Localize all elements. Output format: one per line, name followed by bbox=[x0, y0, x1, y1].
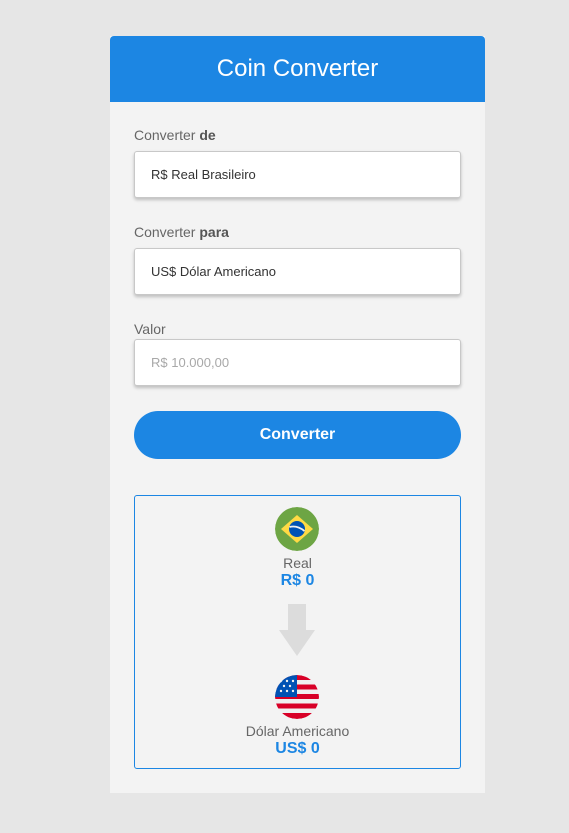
from-label: Converter de bbox=[134, 127, 216, 143]
source-currency-name: Real bbox=[283, 555, 312, 571]
converter-card: Coin Converter Converter de R$ Real Bras… bbox=[110, 36, 485, 793]
target-currency-value: US$ 0 bbox=[275, 740, 320, 757]
to-label-prefix: Converter bbox=[134, 224, 196, 240]
arrow-down-icon bbox=[279, 604, 315, 656]
to-label: Converter para bbox=[134, 224, 229, 240]
to-currency-select[interactable]: US$ Dólar Americano bbox=[134, 248, 461, 295]
to-label-bold: para bbox=[199, 224, 229, 240]
amount-label: Valor bbox=[134, 321, 166, 337]
result-panel: Real R$ 0 Dólar Americano US$ 0 bbox=[134, 495, 461, 769]
from-currency-select[interactable]: R$ Real Brasileiro bbox=[134, 151, 461, 198]
brazil-flag-icon bbox=[275, 507, 319, 551]
convert-button[interactable]: Converter bbox=[134, 411, 461, 459]
page-title: Coin Converter bbox=[216, 55, 379, 82]
target-currency-name: Dólar Americano bbox=[245, 723, 350, 739]
from-label-bold: de bbox=[199, 127, 216, 143]
usa-flag-icon bbox=[275, 675, 319, 719]
source-currency-value: R$ 0 bbox=[280, 572, 315, 589]
from-label-prefix: Converter bbox=[134, 127, 196, 143]
amount-field bbox=[134, 339, 461, 386]
card-header: Coin Converter bbox=[110, 36, 485, 102]
from-currency-value: R$ Real Brasileiro bbox=[151, 167, 256, 182]
to-currency-value: US$ Dólar Americano bbox=[151, 264, 276, 279]
amount-input[interactable] bbox=[151, 340, 460, 385]
